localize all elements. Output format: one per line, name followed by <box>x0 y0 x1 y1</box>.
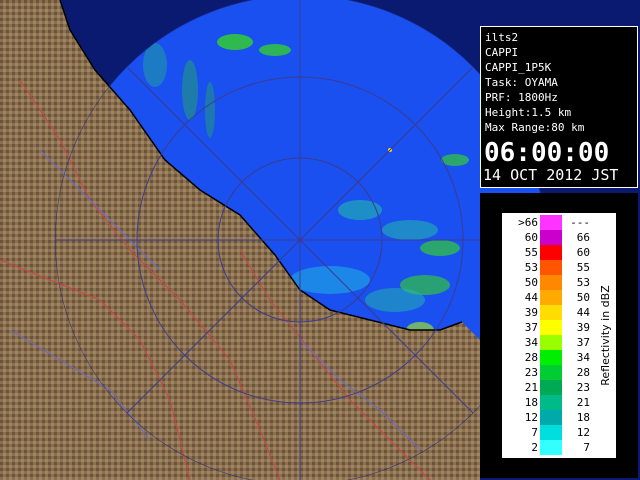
legend-min-value: 28 <box>524 351 538 364</box>
legend-min-value: 50 <box>524 276 538 289</box>
legend-color-swatch <box>540 290 562 305</box>
legend-max-value: 39 <box>576 321 590 334</box>
legend-title: Reflectivity in dBZ <box>598 285 612 386</box>
product-name: CAPPI <box>485 46 519 59</box>
legend-color-swatch <box>540 440 562 455</box>
legend-min-value: 7 <box>531 426 538 439</box>
time-label: 06:00:00 <box>484 138 610 168</box>
radar-info-panel: ilts2 CAPPI CAPPI_1P5K Task: OYAMA PRF: … <box>480 26 638 188</box>
legend-color-swatch <box>540 425 562 440</box>
legend-max-value: 21 <box>576 396 590 409</box>
legend-max-value: 34 <box>576 351 590 364</box>
legend-max-value: 53 <box>576 276 590 289</box>
prf-label: PRF: 1800Hz <box>485 91 558 104</box>
reflectivity-legend: >66 --- 60 66 55 60 53 55 50 53 44 50 39 44 37 39 34 37 28… <box>480 193 638 478</box>
legend-min-value: 12 <box>524 411 538 424</box>
height-label: Height:1.5 km <box>485 106 572 119</box>
legend-color-swatch <box>540 305 562 320</box>
legend-max-value: 60 <box>576 246 590 259</box>
legend-min-value: 34 <box>524 336 538 349</box>
legend-max-value: 18 <box>576 411 590 424</box>
legend-box: >66 --- 60 66 55 60 53 55 50 53 44 50 39 44 37 39 34 37 28… <box>502 213 616 458</box>
legend-max-value: 12 <box>576 426 590 439</box>
legend-max-value: --- <box>570 216 590 229</box>
legend-color-swatch <box>540 410 562 425</box>
legend-min-value: >66 <box>518 216 538 229</box>
task-label: Task: OYAMA <box>485 76 558 89</box>
legend-color-swatch <box>540 320 562 335</box>
legend-color-swatch <box>540 215 562 230</box>
legend-min-value: 18 <box>524 396 538 409</box>
legend-max-value: 55 <box>576 261 590 274</box>
legend-min-value: 55 <box>524 246 538 259</box>
legend-max-value: 66 <box>576 231 590 244</box>
legend-min-value: 60 <box>524 231 538 244</box>
legend-max-value: 37 <box>576 336 590 349</box>
legend-color-swatch <box>540 230 562 245</box>
legend-color-swatch <box>540 395 562 410</box>
legend-max-value: 23 <box>576 381 590 394</box>
max-range-label: Max Range:80 km <box>485 121 585 134</box>
legend-min-value: 21 <box>524 381 538 394</box>
legend-title-container: Reflectivity in dBZ <box>597 213 613 458</box>
legend-min-value: 37 <box>524 321 538 334</box>
legend-max-value: 7 <box>583 441 590 454</box>
legend-color-swatch <box>540 365 562 380</box>
station-name: ilts2 <box>485 31 519 44</box>
legend-color-swatch <box>540 335 562 350</box>
legend-max-value: 28 <box>576 366 590 379</box>
legend-min-value: 2 <box>531 441 538 454</box>
legend-min-value: 23 <box>524 366 538 379</box>
legend-min-value: 53 <box>524 261 538 274</box>
product-code: CAPPI_1P5K <box>485 61 552 74</box>
legend-color-swatch <box>540 275 562 290</box>
legend-color-swatch <box>540 350 562 365</box>
legend-max-value: 44 <box>576 306 590 319</box>
legend-color-swatch <box>540 260 562 275</box>
legend-color-swatch <box>540 380 562 395</box>
legend-min-value: 39 <box>524 306 538 319</box>
legend-min-value: 44 <box>524 291 538 304</box>
legend-max-value: 50 <box>576 291 590 304</box>
date-label: 14 OCT 2012 JST <box>483 166 619 184</box>
legend-color-swatch <box>540 245 562 260</box>
